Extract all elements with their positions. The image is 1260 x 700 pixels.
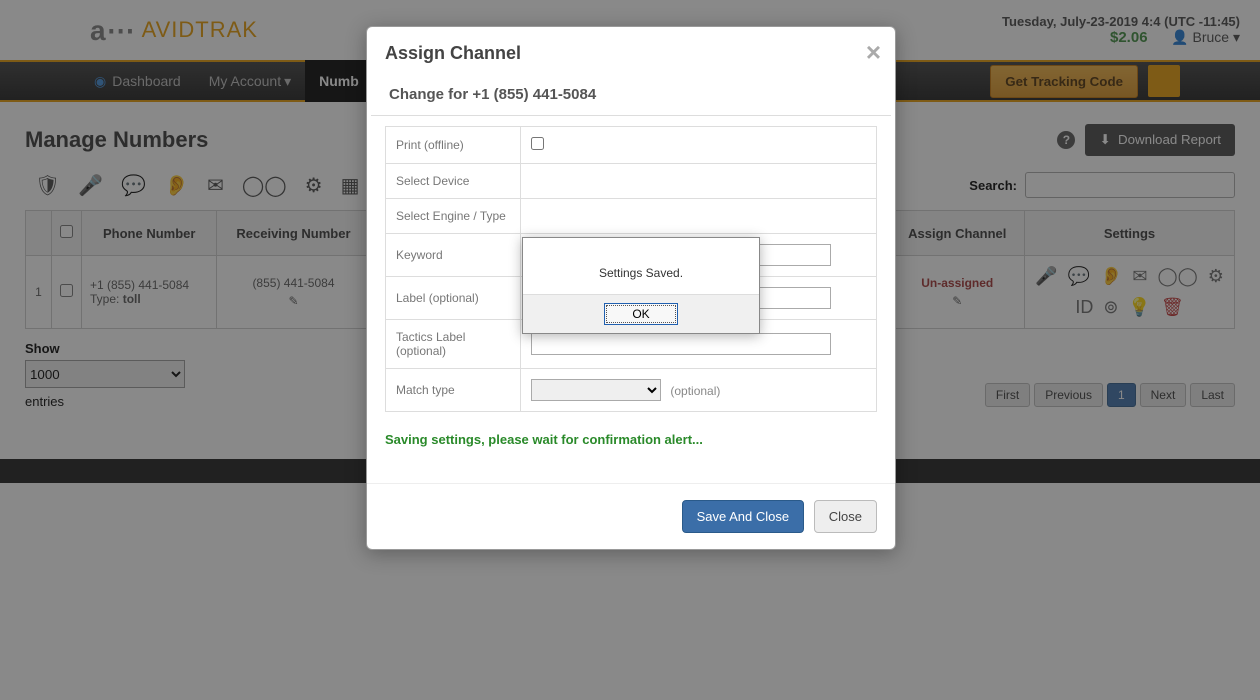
close-button[interactable]: Close xyxy=(814,500,877,533)
match-type-select[interactable] xyxy=(531,379,661,401)
alert-message: Settings Saved. xyxy=(523,238,759,294)
ok-button[interactable]: OK xyxy=(604,303,678,325)
label-print: Print (offline) xyxy=(386,127,521,164)
label-label: Label (optional) xyxy=(386,277,521,320)
modal-footer: Save And Close Close xyxy=(367,483,895,549)
modal-subtitle: Change for +1 (855) 441-5084 xyxy=(371,74,891,116)
optional-text: (optional) xyxy=(670,384,720,398)
print-checkbox[interactable] xyxy=(531,137,544,150)
label-engine: Select Engine / Type xyxy=(386,199,521,234)
alert-dialog: Settings Saved. OK xyxy=(522,237,760,334)
tactics-input[interactable] xyxy=(531,333,831,355)
label-keyword: Keyword xyxy=(386,234,521,277)
modal-header: Assign Channel × xyxy=(367,27,895,74)
modal-title: Assign Channel xyxy=(385,43,877,64)
save-and-close-button[interactable]: Save And Close xyxy=(682,500,805,533)
label-tactics: Tactics Label (optional) xyxy=(386,320,521,369)
close-icon[interactable]: × xyxy=(866,39,881,65)
label-match: Match type xyxy=(386,369,521,412)
label-device: Select Device xyxy=(386,164,521,199)
alert-button-row: OK xyxy=(523,294,759,333)
saving-message: Saving settings, please wait for confirm… xyxy=(367,422,895,453)
